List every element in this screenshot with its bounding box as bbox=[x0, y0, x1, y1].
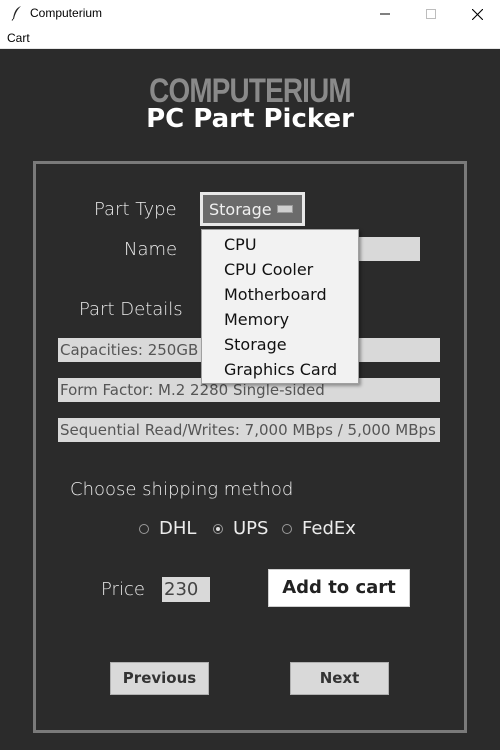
menu-cart[interactable]: Cart bbox=[7, 31, 30, 45]
name-label: Name bbox=[124, 239, 178, 260]
radio-fedex-label[interactable]: FedEx bbox=[302, 518, 356, 539]
part-type-dropdown: CPU CPU Cooler Motherboard Memory Storag… bbox=[201, 229, 359, 384]
dropdown-item-storage[interactable]: Storage bbox=[224, 335, 287, 354]
dropdown-item-cpu-cooler[interactable]: CPU Cooler bbox=[224, 260, 313, 279]
part-type-select[interactable]: Storage bbox=[200, 192, 305, 226]
close-icon bbox=[471, 8, 483, 20]
page-title: PC Part Picker bbox=[146, 104, 354, 134]
name-field[interactable] bbox=[356, 237, 420, 261]
close-button[interactable] bbox=[454, 0, 500, 28]
previous-button[interactable]: Previous bbox=[110, 662, 209, 695]
price-label: Price bbox=[101, 579, 145, 600]
title-bar: Computerium bbox=[0, 0, 500, 28]
radio-dhl-label[interactable]: DHL bbox=[159, 518, 196, 539]
part-type-label: Part Type bbox=[94, 199, 177, 220]
minimize-icon bbox=[380, 13, 390, 15]
minimize-button[interactable] bbox=[362, 0, 408, 28]
option-menu-indicator-icon bbox=[277, 205, 293, 213]
dropdown-item-motherboard[interactable]: Motherboard bbox=[224, 285, 327, 304]
dropdown-item-graphics-card[interactable]: Graphics Card bbox=[224, 360, 337, 379]
maximize-button[interactable] bbox=[408, 0, 454, 28]
add-to-cart-button[interactable]: Add to cart bbox=[268, 569, 410, 607]
maximize-icon bbox=[426, 9, 436, 19]
menu-bar: Cart bbox=[0, 28, 500, 49]
radio-ups-label[interactable]: UPS bbox=[233, 518, 268, 539]
radio-fedex[interactable] bbox=[282, 524, 292, 534]
part-details-label: Part Details bbox=[79, 299, 183, 320]
window-title: Computerium bbox=[30, 6, 103, 20]
price-field[interactable]: 230 bbox=[162, 577, 210, 602]
next-button[interactable]: Next bbox=[290, 662, 389, 695]
dropdown-item-memory[interactable]: Memory bbox=[224, 310, 289, 329]
radio-ups[interactable] bbox=[213, 524, 223, 534]
shipping-label: Choose shipping method bbox=[70, 479, 294, 500]
part-type-value: Storage bbox=[209, 200, 272, 219]
feather-icon bbox=[11, 6, 21, 21]
part-type-select-face: Storage bbox=[203, 195, 302, 223]
dropdown-item-cpu[interactable]: CPU bbox=[224, 235, 257, 254]
radio-dhl[interactable] bbox=[139, 524, 149, 534]
detail-read-write: Sequential Read/Writes: 7,000 MBps / 5,0… bbox=[58, 418, 440, 442]
